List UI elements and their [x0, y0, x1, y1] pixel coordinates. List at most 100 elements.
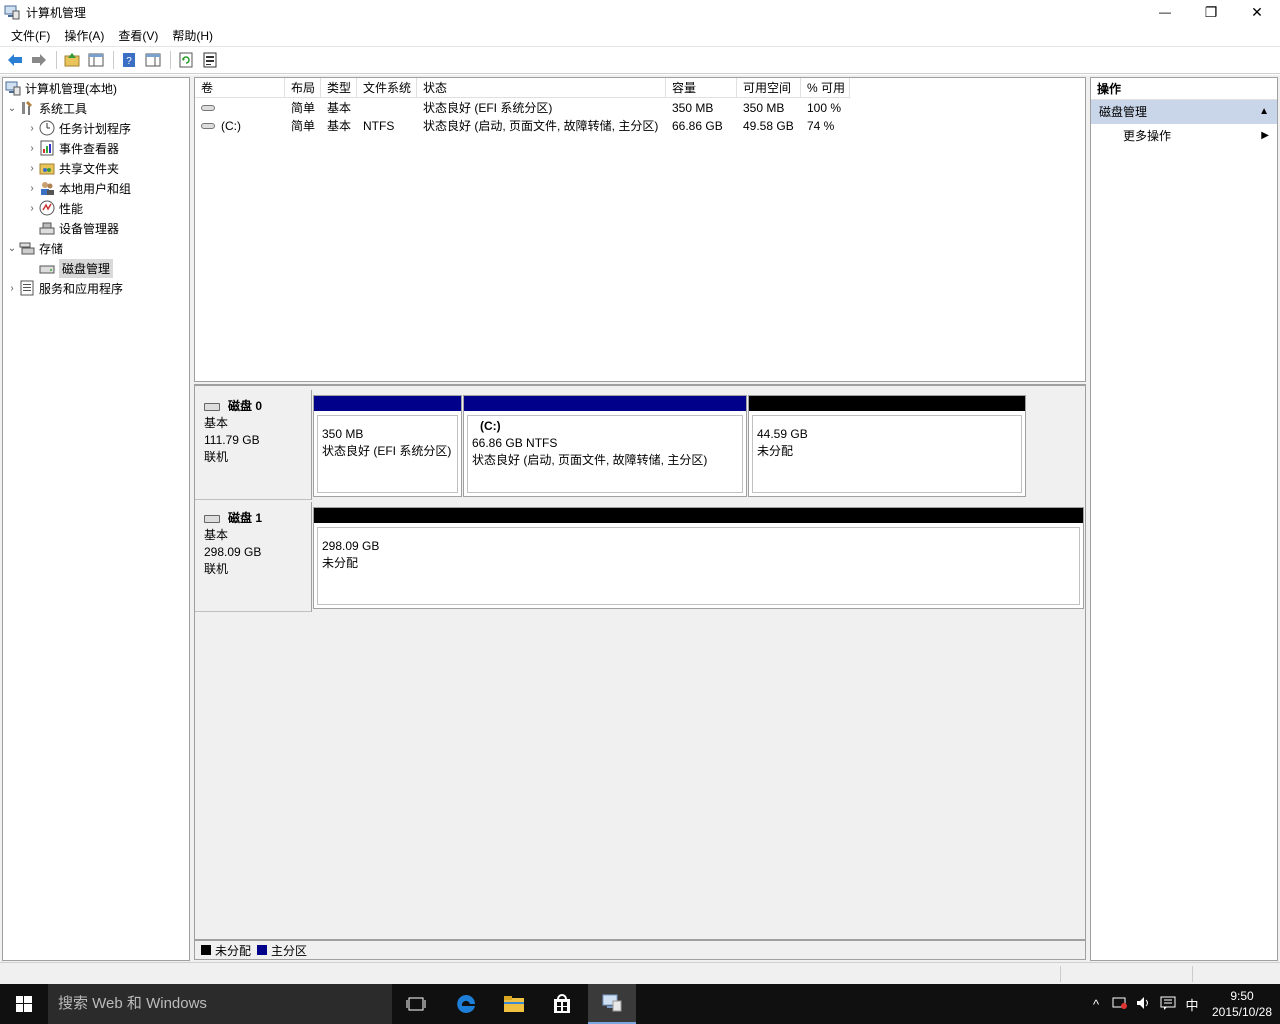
device-manager-icon: [39, 220, 55, 236]
network-icon[interactable]: [1108, 996, 1132, 1013]
free-space-cell: 49.58 GB: [743, 119, 794, 133]
close-icon: ✕: [1251, 3, 1263, 20]
tree-item-system-tools[interactable]: ⌄ 系统工具: [5, 98, 87, 118]
taskbar-store[interactable]: [538, 984, 586, 1024]
column-header-status[interactable]: 状态: [417, 78, 666, 98]
forward-arrow-icon: [32, 54, 46, 66]
partition-status: 未分配: [757, 444, 794, 458]
layout-cell: 简单: [291, 119, 316, 133]
action-pane-icon: [145, 53, 161, 67]
column-header-volume[interactable]: 卷: [195, 78, 285, 98]
volume-icon[interactable]: [1132, 996, 1156, 1013]
tree-item-event-viewer[interactable]: › 事件查看器: [25, 138, 119, 158]
column-header-filesystem[interactable]: 文件系统: [357, 78, 417, 98]
folder-up-icon: [64, 53, 80, 67]
chevron-right-icon[interactable]: ›: [25, 203, 39, 214]
disk-size: 111.79 GB: [204, 433, 260, 447]
clock[interactable]: 9:50 2015/10/28: [1204, 988, 1280, 1020]
column-header-layout[interactable]: 布局: [285, 78, 321, 98]
taskbar: 搜索 Web 和 Windows ^ 中 9:50 2015/10/28: [0, 984, 1280, 1024]
menu-action[interactable]: 操作(A): [57, 25, 111, 46]
more-actions-item[interactable]: 更多操作 ▶: [1091, 124, 1277, 148]
free-space-cell: 350 MB: [743, 101, 785, 115]
tree-item-disk-management[interactable]: 磁盘管理: [25, 258, 114, 278]
computer-management-icon: [5, 80, 21, 96]
partition-unallocated-disk1[interactable]: 298.09 GB 未分配: [313, 507, 1084, 609]
column-header-percent-free[interactable]: % 可用: [801, 78, 850, 98]
filesystem-cell: [357, 99, 417, 117]
volume-list: 卷 布局 类型 文件系统 状态 容量 可用空间 % 可用 简单 基本 状态良好 …: [194, 77, 1086, 382]
table-row[interactable]: (C:) 简单 基本 NTFS 状态良好 (启动, 页面文件, 故障转储, 主分…: [195, 117, 850, 135]
system-tray: ^ 中 9:50 2015/10/28: [1084, 984, 1280, 1024]
action-center-icon[interactable]: [1156, 996, 1180, 1013]
store-icon: [554, 994, 570, 1013]
back-button[interactable]: [4, 50, 26, 70]
chevron-up-icon[interactable]: ^: [1084, 997, 1108, 1012]
tree-item-label: 事件查看器: [59, 141, 120, 156]
partition-c[interactable]: (C:) 66.86 GB NTFS 状态良好 (启动, 页面文件, 故障转储,…: [463, 395, 747, 497]
disk-1-label[interactable]: 磁盘 1 基本 298.09 GB 联机: [195, 502, 312, 612]
actions-pane: 操作 磁盘管理 ▲ 更多操作 ▶: [1090, 77, 1278, 961]
status-bar-divider: [1192, 966, 1193, 982]
menu-file[interactable]: 文件(F): [4, 25, 57, 46]
taskbar-file-explorer[interactable]: [490, 984, 538, 1024]
actions-section-disk-management[interactable]: 磁盘管理 ▲: [1091, 100, 1277, 124]
tree-item-device-manager[interactable]: 设备管理器: [25, 218, 119, 238]
taskbar-search-box[interactable]: 搜索 Web 和 Windows: [48, 984, 392, 1024]
status-bar-divider: [1060, 966, 1061, 982]
chevron-right-icon[interactable]: ›: [5, 283, 19, 294]
tree-item-services-apps[interactable]: › 服务和应用程序: [5, 278, 123, 298]
taskbar-edge[interactable]: [442, 984, 490, 1024]
menu-view[interactable]: 查看(V): [111, 25, 165, 46]
percent-free-cell: 100 %: [807, 101, 842, 115]
menu-bar: 文件(F) 操作(A) 查看(V) 帮助(H): [0, 24, 1280, 46]
column-header-capacity[interactable]: 容量: [666, 78, 737, 98]
users-icon: [39, 180, 55, 196]
restore-button[interactable]: ❐: [1188, 0, 1234, 24]
taskbar-computer-management[interactable]: [588, 984, 636, 1024]
help-button[interactable]: ?: [118, 50, 140, 70]
tree-item-root[interactable]: 计算机管理(本地): [5, 78, 117, 98]
status-bar: [0, 962, 1280, 984]
disk-name: 磁盘 1: [204, 510, 311, 527]
minimize-button[interactable]: —: [1142, 0, 1188, 24]
tree-item-shared-folders[interactable]: › 共享文件夹: [25, 158, 119, 178]
properties-button[interactable]: [199, 50, 221, 70]
column-header-free-space[interactable]: 可用空间: [737, 78, 801, 98]
disk-0-label[interactable]: 磁盘 0 基本 111.79 GB 联机: [195, 390, 312, 500]
close-button[interactable]: ✕: [1234, 0, 1280, 24]
column-header-type[interactable]: 类型: [321, 78, 357, 98]
chevron-right-icon[interactable]: ›: [25, 143, 39, 154]
show-hide-tree-button[interactable]: [85, 50, 107, 70]
windows-logo-icon: [16, 996, 32, 1012]
partition-efi[interactable]: 350 MB 状态良好 (EFI 系统分区): [313, 395, 462, 497]
show-hide-action-pane-button[interactable]: [142, 50, 164, 70]
tree-item-performance[interactable]: › 性能: [25, 198, 83, 218]
tree-item-storage[interactable]: ⌄ 存储: [5, 238, 63, 258]
partition-unallocated-disk0[interactable]: 44.59 GB 未分配: [748, 395, 1026, 497]
table-row[interactable]: 简单 基本 状态良好 (EFI 系统分区) 350 MB 350 MB 100 …: [195, 99, 850, 117]
chevron-right-icon[interactable]: ›: [25, 163, 39, 174]
toolbar-separator: [113, 51, 114, 69]
task-view-button[interactable]: [392, 984, 440, 1024]
edge-browser-icon: [457, 995, 475, 1013]
tree-item-task-scheduler[interactable]: › 任务计划程序: [25, 118, 131, 138]
chevron-right-icon[interactable]: ›: [25, 123, 39, 134]
ime-indicator[interactable]: 中: [1180, 995, 1204, 1014]
disk-state: 联机: [204, 562, 229, 576]
volume-cell: (C:): [195, 117, 285, 135]
chevron-down-icon[interactable]: ⌄: [5, 243, 19, 254]
folder-icon: [504, 996, 524, 1012]
chevron-right-icon[interactable]: ›: [25, 183, 39, 194]
collapse-up-icon[interactable]: ▲: [1259, 100, 1269, 124]
up-level-button[interactable]: [61, 50, 83, 70]
partition-size: 44.59 GB: [757, 427, 808, 441]
computer-management-icon: [4, 4, 20, 20]
chevron-down-icon[interactable]: ⌄: [5, 103, 19, 114]
tree-item-label: 磁盘管理: [59, 258, 114, 278]
tree-item-local-users[interactable]: › 本地用户和组: [25, 178, 131, 198]
menu-help[interactable]: 帮助(H): [165, 25, 220, 46]
forward-button[interactable]: [28, 50, 50, 70]
start-button[interactable]: [0, 984, 48, 1024]
refresh-button[interactable]: [175, 50, 197, 70]
